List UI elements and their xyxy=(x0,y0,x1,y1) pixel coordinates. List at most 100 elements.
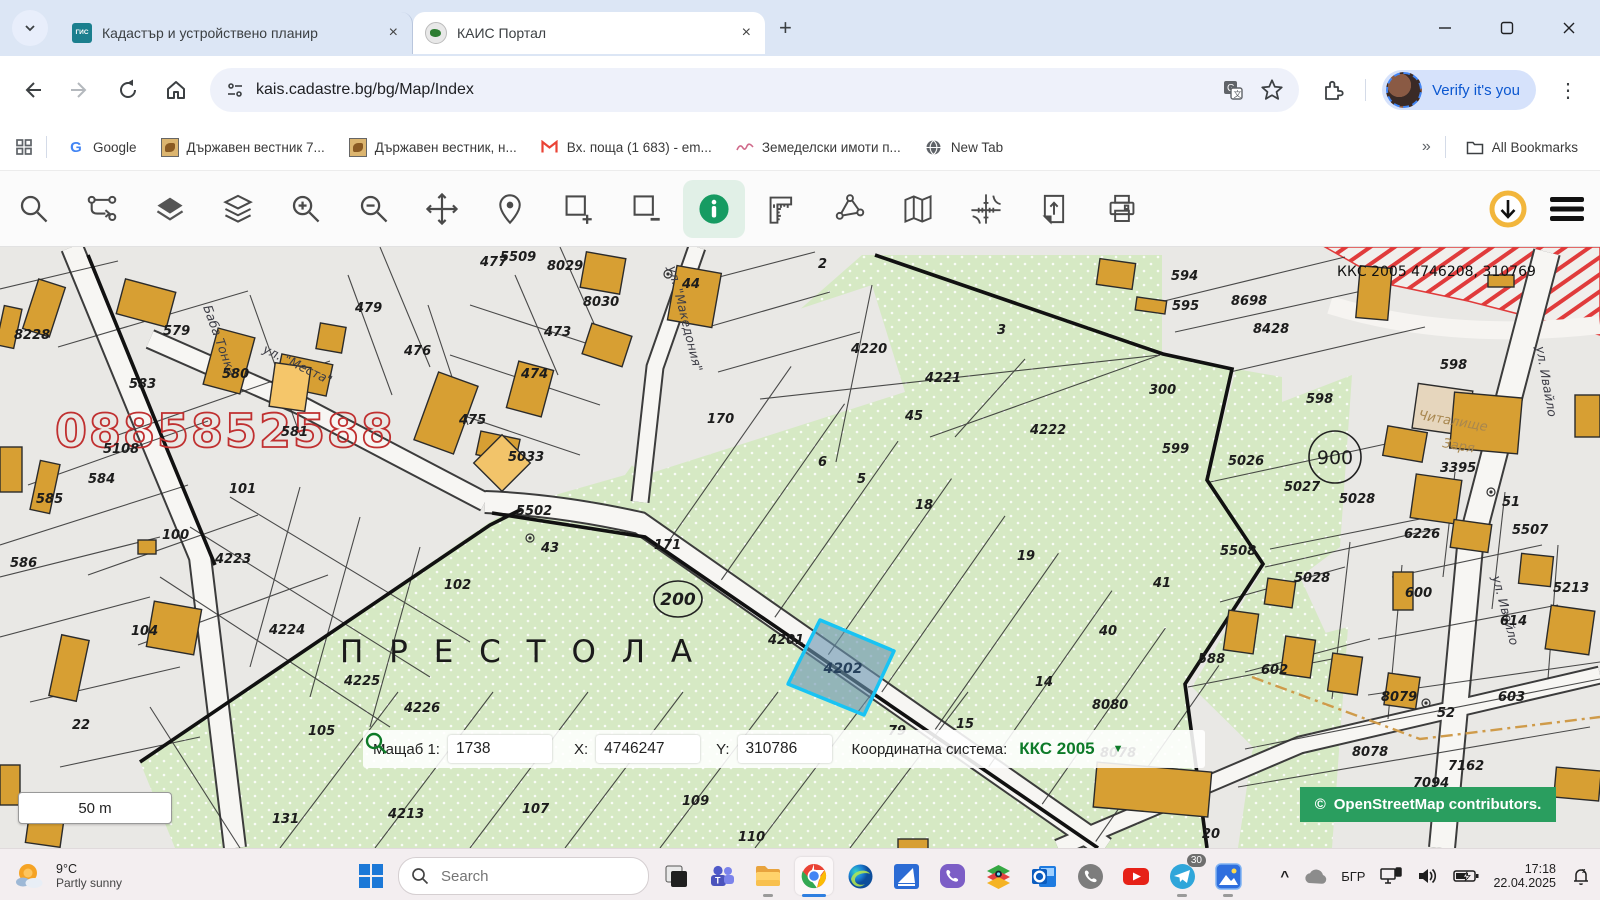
parcel-number-label: 8080 xyxy=(1092,698,1128,713)
divider xyxy=(1365,79,1366,101)
file-explorer-button[interactable] xyxy=(749,857,787,895)
parcel-number-label: 598 xyxy=(1440,358,1467,373)
tab-close-icon[interactable]: × xyxy=(738,24,755,42)
scribble-favicon-icon xyxy=(736,138,754,156)
zoom-out-tool-button[interactable] xyxy=(340,178,408,240)
bookmarks-overflow-button[interactable]: » xyxy=(1422,138,1431,156)
weather-icon xyxy=(14,860,46,892)
youtube-icon xyxy=(1122,863,1150,890)
x-input[interactable] xyxy=(596,735,700,763)
parcel-number-label: 3395 xyxy=(1440,461,1476,476)
crs-dropdown-caret[interactable]: ▼ xyxy=(1113,743,1124,755)
notifications-bell-icon[interactable]: z xyxy=(1570,865,1592,887)
bookmark-google[interactable]: GGoogle xyxy=(67,138,137,156)
photos-icon xyxy=(1215,863,1242,890)
parcel-number-label: 43 xyxy=(540,541,559,556)
zoom-in-tool-button[interactable] xyxy=(272,178,340,240)
google-icon: G xyxy=(67,138,85,156)
bluestacks-button[interactable] xyxy=(979,857,1017,895)
export-tool-button[interactable] xyxy=(1020,178,1088,240)
address-bar[interactable]: kais.cadastre.bg/bg/Map/Index G文 xyxy=(210,68,1299,112)
viber-button[interactable] xyxy=(933,857,971,895)
photos-button[interactable] xyxy=(1209,857,1247,895)
minimize-button[interactable] xyxy=(1414,0,1476,56)
new-tab-button[interactable]: + xyxy=(779,15,792,41)
weather-widget[interactable]: 9°C Partly sunny xyxy=(14,860,122,892)
y-input[interactable] xyxy=(738,735,832,763)
apps-grid-icon[interactable] xyxy=(14,137,34,157)
zoom-rect-in-tool-button[interactable] xyxy=(544,178,612,240)
bookmark-zemedelski-imoti[interactable]: Земеделски имоти п... xyxy=(736,138,901,156)
tab-cadastre-planning[interactable]: ГИС Кадастър и устройствено планир × xyxy=(60,12,413,54)
start-button[interactable] xyxy=(352,857,390,895)
measure-tool-button[interactable] xyxy=(748,178,816,240)
edge-button[interactable] xyxy=(841,857,879,895)
parcel-number-label: 5027 xyxy=(1284,480,1321,495)
bookmark-star-icon[interactable] xyxy=(1259,77,1285,103)
pan-tool-button[interactable] xyxy=(408,178,476,240)
print-tool-button[interactable] xyxy=(1088,178,1156,240)
translate-icon[interactable]: G文 xyxy=(1221,78,1245,102)
youtube-button[interactable] xyxy=(1117,857,1155,895)
tab-kais-portal[interactable]: КАИС Портал × xyxy=(413,12,765,54)
tray-expand-button[interactable]: ^ xyxy=(1280,868,1289,885)
parcel-number-label: 45 xyxy=(904,409,923,424)
parcel-number-label: 5 xyxy=(857,472,866,487)
taskbar-search[interactable] xyxy=(398,857,649,895)
all-bookmarks-button[interactable]: All Bookmarks xyxy=(1466,138,1578,156)
tab-close-icon[interactable]: × xyxy=(385,24,402,42)
close-window-button[interactable] xyxy=(1538,0,1600,56)
teams-button[interactable]: T xyxy=(703,857,741,895)
telegram-button[interactable]: 30 xyxy=(1163,857,1201,895)
locate-tool-button[interactable] xyxy=(476,178,544,240)
info-tool-button[interactable] xyxy=(683,180,745,238)
outlook-button[interactable] xyxy=(1025,857,1063,895)
back-button[interactable] xyxy=(12,70,52,110)
forward-button[interactable] xyxy=(60,70,100,110)
parcel-number-label: 479 xyxy=(354,301,382,316)
map-sheets-tool-button[interactable] xyxy=(884,178,952,240)
bookmark-darzhaven-vestnik-7[interactable]: Държавен вестник 7... xyxy=(161,138,325,156)
url-text[interactable]: kais.cadastre.bg/bg/Map/Index xyxy=(256,81,1221,99)
download-button[interactable] xyxy=(1486,187,1530,231)
site-settings-icon[interactable] xyxy=(224,79,246,101)
profile-verify-button[interactable]: Verify it's you xyxy=(1382,70,1536,110)
selection-flow-tool-button[interactable] xyxy=(68,178,136,240)
task-view-button[interactable] xyxy=(657,857,695,895)
whatsapp-button[interactable] xyxy=(1071,857,1109,895)
scale-input[interactable] xyxy=(448,735,552,763)
browser-menu-button[interactable]: ⋮ xyxy=(1548,70,1588,110)
topology-tool-button[interactable] xyxy=(816,178,884,240)
network-display-icon[interactable] xyxy=(1379,866,1403,886)
parcel-number-label: 595 xyxy=(1172,299,1199,314)
taskbar-search-input[interactable] xyxy=(439,867,603,886)
coordinates-tool-button[interactable] xyxy=(952,178,1020,240)
home-button[interactable] xyxy=(156,70,196,110)
crs-select[interactable]: ККС 2005 xyxy=(1019,739,1094,759)
window-controls xyxy=(1414,0,1600,56)
layers-tool-button[interactable] xyxy=(136,178,204,240)
chrome-button[interactable] xyxy=(795,857,833,895)
maximize-button[interactable] xyxy=(1476,0,1538,56)
extensions-button[interactable] xyxy=(1313,70,1353,110)
tab-search-chevron-button[interactable] xyxy=(12,10,48,46)
menu-button[interactable] xyxy=(1548,194,1586,224)
clock[interactable]: 17:18 22.04.2025 xyxy=(1493,862,1556,890)
coordinate-search-icon[interactable] xyxy=(363,730,389,756)
bookmark-new-tab[interactable]: New Tab xyxy=(925,138,1003,156)
osm-attribution: © OpenStreetMap contributors. xyxy=(1300,787,1556,822)
map-canvas[interactable]: 4202 200 900 Баба Тонка ул. "Места" ул. … xyxy=(0,247,1600,848)
language-indicator[interactable]: БГР xyxy=(1341,869,1365,884)
reload-button[interactable] xyxy=(108,70,148,110)
scanner-app-button[interactable] xyxy=(887,857,925,895)
layer-list-tool-button[interactable] xyxy=(204,178,272,240)
bookmark-darzhaven-vestnik-n[interactable]: Държавен вестник, н... xyxy=(349,138,517,156)
parcel-number-label: 586 xyxy=(10,556,37,571)
bookmark-gmail-inbox[interactable]: Вх. поща (1 683) - em... xyxy=(541,138,712,156)
search-tool-button[interactable] xyxy=(0,178,68,240)
onedrive-icon[interactable] xyxy=(1303,868,1327,884)
volume-icon[interactable] xyxy=(1417,866,1439,886)
battery-icon[interactable] xyxy=(1453,868,1479,884)
zoom-rect-out-tool-button[interactable] xyxy=(612,178,680,240)
parcel-number-label: 105 xyxy=(308,724,335,739)
